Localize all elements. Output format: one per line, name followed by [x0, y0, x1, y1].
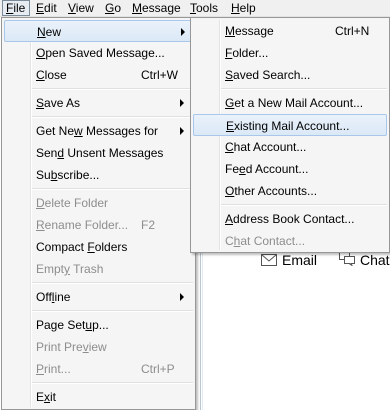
email-button-label: Email: [282, 252, 318, 268]
menu-item-print-preview-label: Print Preview: [36, 340, 107, 354]
menu-view-label: iew: [75, 1, 94, 15]
menu-help[interactable]: Help: [231, 0, 256, 16]
separator: [32, 310, 193, 312]
menu-edit-accel: E: [36, 1, 45, 15]
menu-help-accel: H: [231, 1, 240, 15]
menu-item-new-label: New: [37, 25, 62, 39]
menu-bar: File Edit View Go Message Tools Help: [0, 0, 390, 17]
menu-item-empty-trash-label: Empty Trash: [36, 262, 104, 276]
submenu-item-saved-search[interactable]: Saved Search...: [193, 64, 387, 86]
submenu-item-folder-label: Folder...: [225, 46, 269, 60]
submenu-item-existing-mail-account-label: Existing Mail Account...: [226, 119, 350, 133]
chat-button[interactable]: Chat: [339, 250, 390, 270]
menu-item-close-label: Close: [36, 68, 67, 82]
menu-file[interactable]: File: [2, 0, 30, 16]
menu-file-label: ile: [13, 1, 26, 15]
shortcut-message: Ctrl+N: [335, 24, 370, 38]
separator: [221, 204, 387, 206]
menu-view[interactable]: View: [68, 0, 94, 16]
submenu-arrow-icon: [180, 127, 184, 135]
menu-item-open-saved-message-label: Open Saved Message...: [36, 46, 165, 60]
menu-go-accel: G: [105, 1, 115, 15]
menu-item-offline[interactable]: Offline: [4, 286, 193, 308]
shortcut-print: Ctrl+P: [141, 362, 175, 376]
pane-divider-highlight: [202, 250, 203, 410]
separator: [32, 382, 193, 384]
menu-message-label: essage: [142, 1, 181, 15]
submenu-arrow-icon: [181, 28, 185, 36]
menu-item-rename-folder[interactable]: Rename Folder... F2: [4, 214, 193, 236]
submenu-arrow-icon: [180, 99, 184, 107]
separator: [32, 88, 193, 90]
email-button[interactable]: Email: [261, 250, 317, 270]
menu-item-subscribe-label: Subscribe...: [36, 168, 100, 182]
submenu-item-get-new-mail-account[interactable]: Get a New Mail Account...: [193, 92, 387, 114]
menu-tools[interactable]: Tools: [190, 0, 218, 16]
menu-item-close[interactable]: Close Ctrl+W: [4, 64, 193, 86]
submenu-item-other-accounts-label: Other Accounts...: [225, 184, 318, 198]
submenu-item-address-book-contact[interactable]: Address Book Contact...: [193, 208, 387, 230]
submenu-item-message[interactable]: Message Ctrl+N: [193, 20, 387, 42]
menu-item-print-label: Print...: [36, 362, 71, 376]
menu-edit[interactable]: Edit: [36, 0, 57, 16]
menu-item-page-setup[interactable]: Page Setup...: [4, 314, 193, 336]
menu-tools-label: ools: [196, 1, 219, 15]
submenu-item-folder[interactable]: Folder...: [193, 42, 387, 64]
pane-divider[interactable]: [200, 250, 201, 410]
menu-item-print-preview[interactable]: Print Preview: [4, 336, 193, 358]
submenu-item-saved-search-label: Saved Search...: [225, 68, 311, 82]
shortcut-close: Ctrl+W: [141, 68, 178, 82]
menu-item-compact-folders[interactable]: Compact Folders: [4, 236, 193, 258]
submenu-item-chat-account[interactable]: Chat Account...: [193, 136, 387, 158]
submenu-item-chat-account-label: Chat Account...: [225, 140, 307, 154]
menu-item-empty-trash[interactable]: Empty Trash: [4, 258, 193, 280]
separator: [221, 88, 387, 90]
menu-item-delete-folder[interactable]: Delete Folder: [4, 192, 193, 214]
submenu-item-message-label: Message: [225, 24, 274, 38]
menu-item-send-unsent-messages-label: Send Unsent Messages: [36, 146, 164, 160]
menu-item-subscribe[interactable]: Subscribe...: [4, 164, 193, 186]
submenu-item-existing-mail-account[interactable]: Existing Mail Account...: [193, 114, 387, 136]
menu-item-get-new-messages-for[interactable]: Get New Messages for: [4, 120, 193, 142]
submenu-item-chat-contact[interactable]: Chat Contact...: [193, 230, 387, 252]
menu-item-save-as[interactable]: Save As: [4, 92, 193, 114]
menu-item-rename-folder-label: Rename Folder...: [36, 218, 129, 232]
submenu-item-get-new-mail-account-label: Get a New Mail Account...: [225, 96, 364, 110]
menu-item-open-saved-message[interactable]: Open Saved Message...: [4, 42, 193, 64]
menu-item-print[interactable]: Print... Ctrl+P: [4, 358, 193, 380]
chat-button-label: Chat: [360, 252, 390, 268]
menu-message-accel: M: [132, 1, 142, 15]
menu-message[interactable]: Message: [132, 0, 181, 16]
menu-view-accel: V: [68, 1, 76, 15]
menu-item-delete-folder-label: Delete Folder: [36, 196, 109, 210]
submenu-item-other-accounts[interactable]: Other Accounts...: [193, 180, 387, 202]
separator: [32, 282, 193, 284]
submenu-item-feed-account-label: Feed Account...: [225, 162, 309, 176]
menu-item-new[interactable]: New: [4, 20, 193, 42]
menu-go-label: o: [114, 1, 122, 15]
shortcut-rename-folder: F2: [141, 218, 156, 232]
menu-item-page-setup-label: Page Setup...: [36, 318, 109, 332]
submenu-item-chat-contact-label: Chat Contact...: [225, 234, 306, 248]
menu-go[interactable]: Go: [105, 0, 121, 16]
menu-item-exit[interactable]: Exit: [4, 386, 193, 408]
submenu-item-address-book-contact-label: Address Book Contact...: [225, 212, 355, 226]
menu-edit-label: dit: [44, 1, 57, 15]
menu-item-exit-label: Exit: [36, 390, 57, 404]
submenu-arrow-icon: [180, 293, 184, 301]
menu-item-compact-folders-label: Compact Folders: [36, 240, 128, 254]
submenu-item-feed-account[interactable]: Feed Account...: [193, 158, 387, 180]
separator: [32, 188, 193, 190]
file-menu: New Open Saved Message... Close Ctrl+W S…: [1, 17, 196, 410]
menu-item-send-unsent-messages[interactable]: Send Unsent Messages: [4, 142, 193, 164]
menu-help-label: elp: [239, 1, 256, 15]
menu-item-save-as-label: Save As: [36, 96, 81, 110]
new-submenu: Message Ctrl+N Folder... Saved Search...…: [190, 17, 390, 253]
separator: [32, 116, 193, 118]
menu-item-offline-label: Offline: [36, 290, 71, 304]
menu-item-get-new-messages-for-label: Get New Messages for: [36, 124, 159, 138]
